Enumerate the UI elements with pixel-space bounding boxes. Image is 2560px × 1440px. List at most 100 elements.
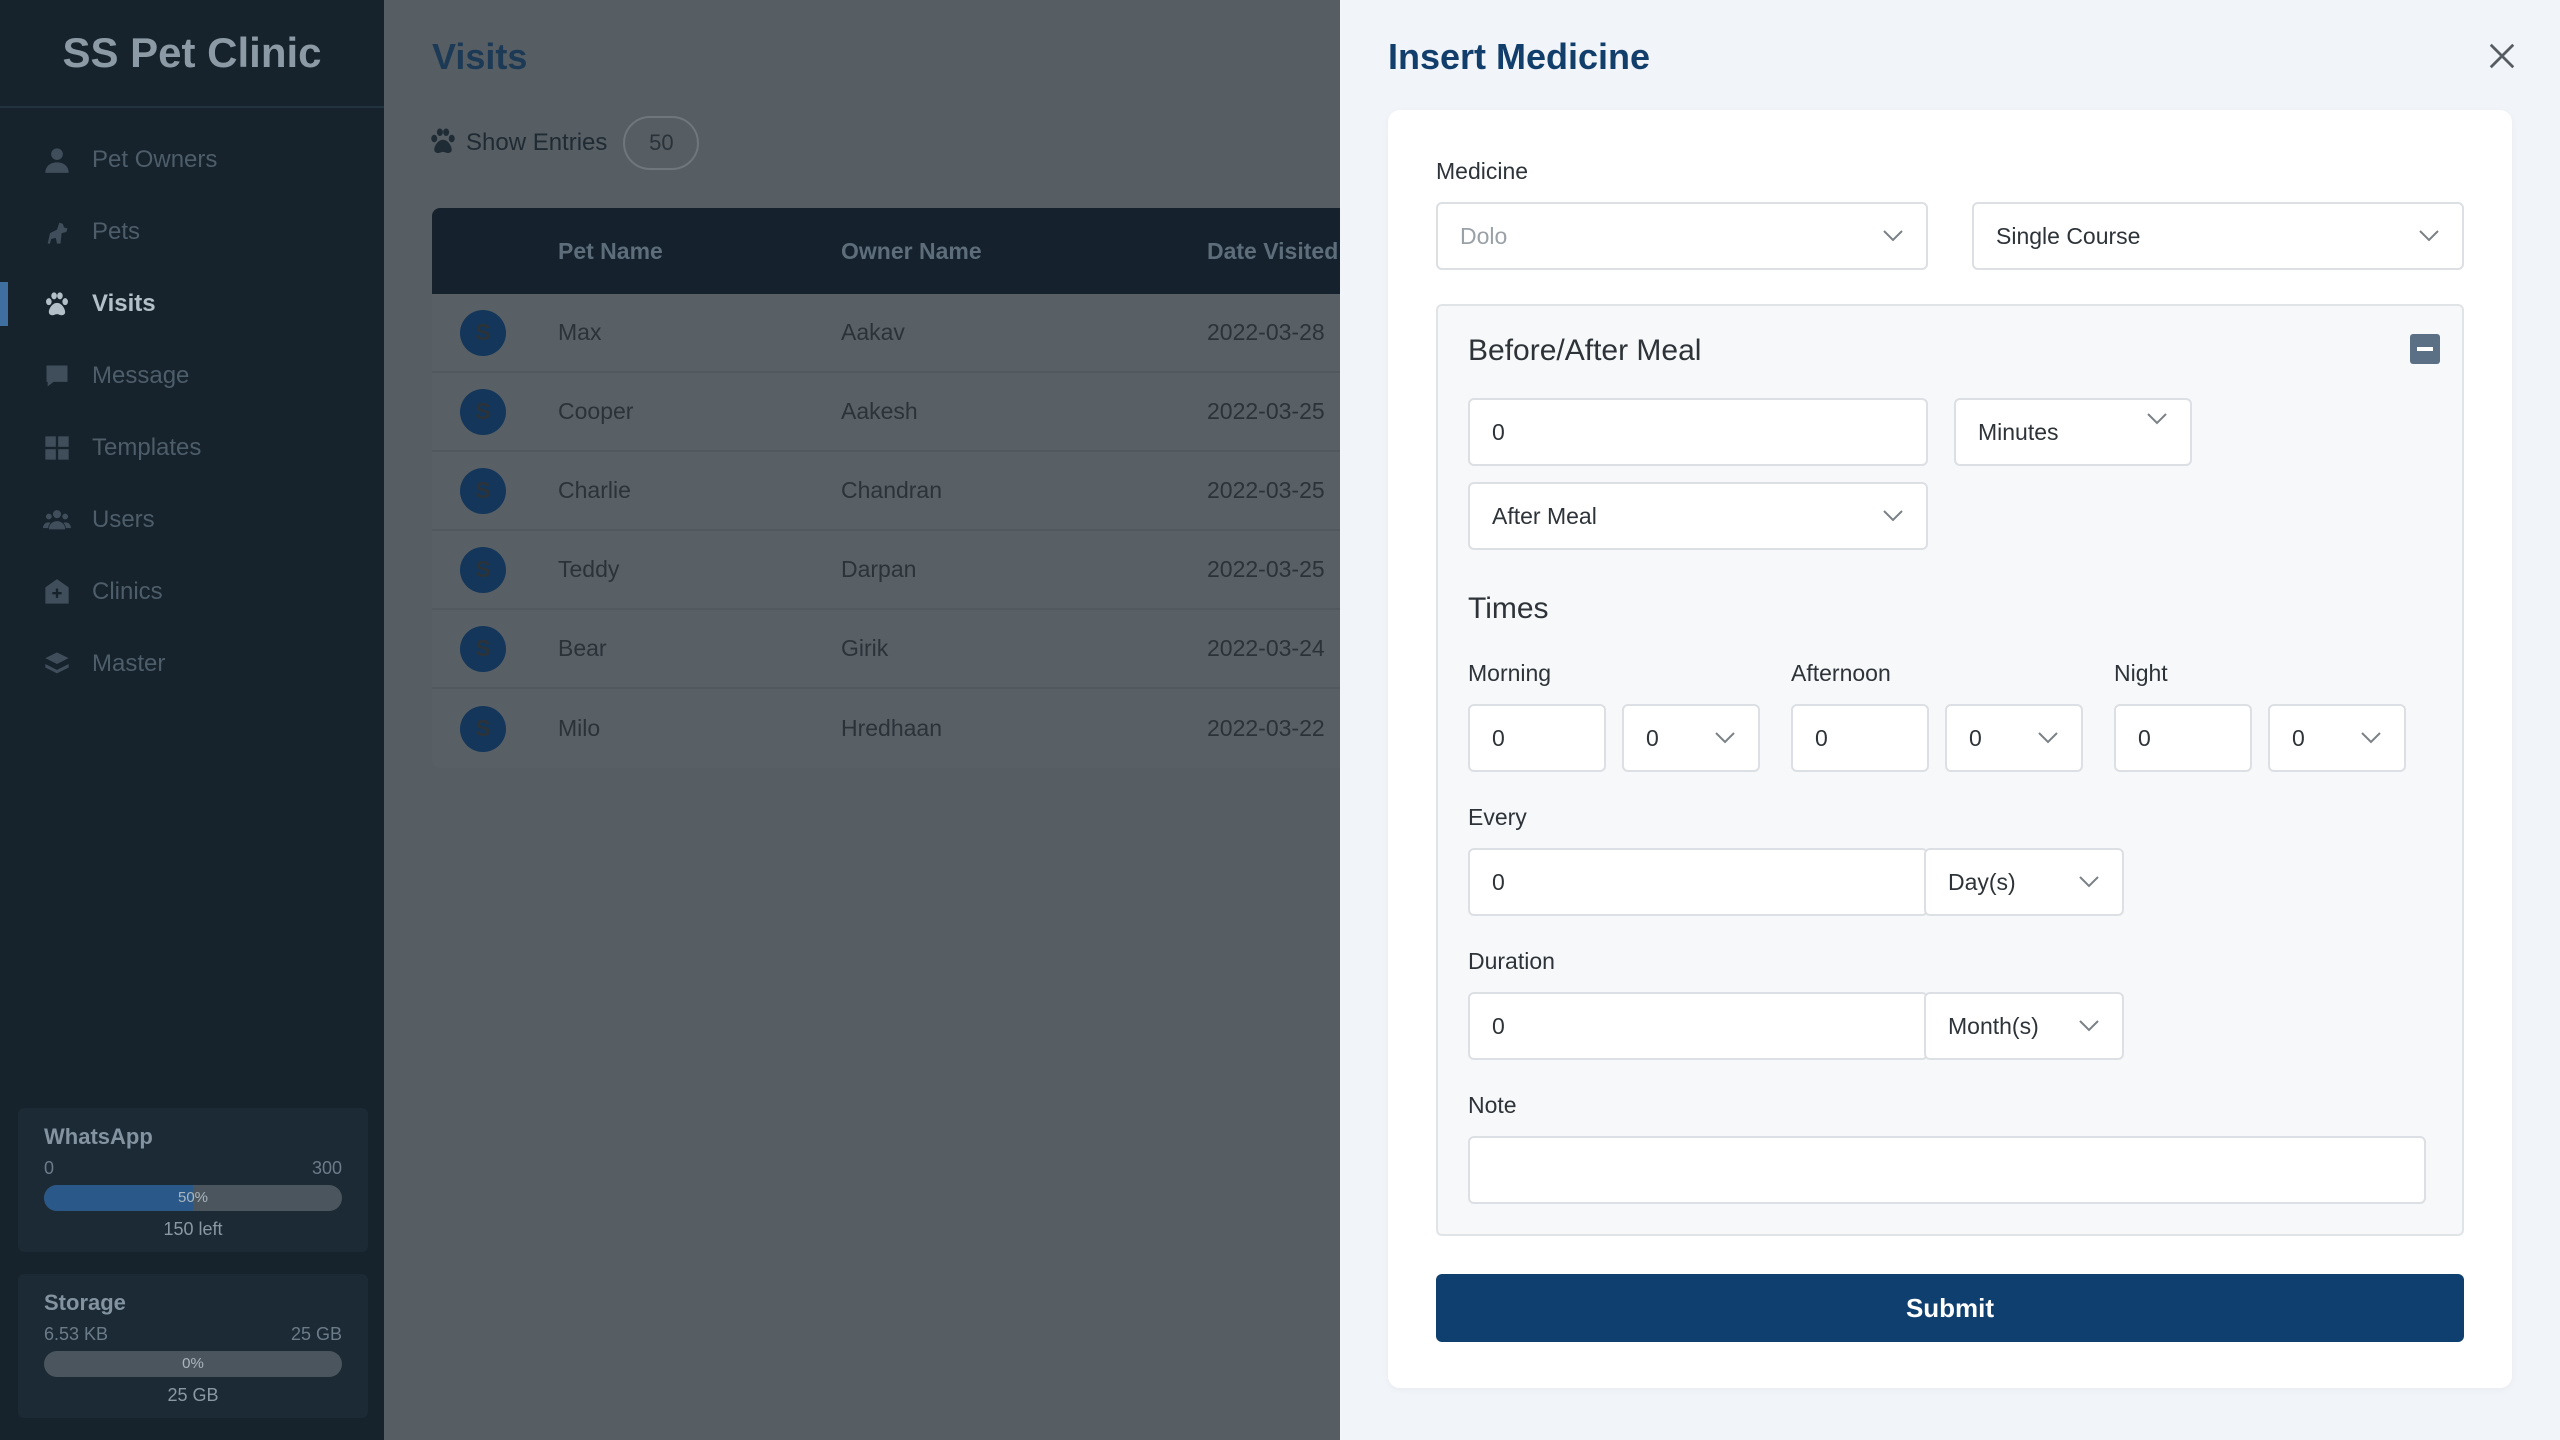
clinic-icon (42, 577, 72, 607)
storage-used: 6.53 KB (44, 1324, 109, 1344)
chevron-down-icon (1882, 509, 1904, 523)
afternoon-dose-input[interactable]: 0 (1791, 704, 1929, 772)
sidebar-item-label: Visits (92, 290, 156, 317)
cell-date-visited: 2022-03-24 (1207, 635, 1325, 661)
storage-quota-title: Storage (44, 1290, 126, 1315)
sidebar-item-visits[interactable]: Visits (0, 268, 384, 340)
insert-medicine-drawer: Insert Medicine Medicine Dolo Single Cou… (1340, 0, 2560, 1440)
cell-pet-name: Cooper (558, 398, 634, 424)
cell-pet-name: Max (558, 319, 602, 345)
every-input[interactable]: 0 (1468, 848, 1928, 916)
storage-quota-range: 6.53 KB 25 GB (44, 1324, 342, 1345)
sidebar-item-label: Message (92, 362, 190, 389)
sidebar-item-message[interactable]: Message (0, 340, 384, 412)
entries-count-select[interactable]: 50 (623, 116, 700, 170)
cell-owner-name: Aakav (841, 319, 905, 345)
medicine-label: Medicine (1436, 158, 1529, 184)
column-header-pet-name[interactable]: Pet Name (558, 238, 841, 265)
cell-pet-name: Charlie (558, 477, 631, 503)
whatsapp-progress-label: 50% (177, 1189, 209, 1206)
cell-owner-name: Darpan (841, 556, 917, 582)
visits-table: Pet Name Owner Name Date Visited S Max A… (432, 208, 1352, 768)
meal-unit-value: Minutes (1978, 418, 2059, 445)
afternoon-unit-value: 0 (1969, 724, 1982, 751)
sidebar-item-label: Users (92, 506, 155, 533)
avatar: S (460, 625, 506, 672)
cell-date-visited: 2022-03-25 (1207, 477, 1325, 503)
submit-button[interactable]: Submit (1436, 1274, 2464, 1342)
morning-dose-input[interactable]: 0 (1468, 704, 1606, 772)
pet-icon (42, 217, 72, 247)
times-title: Times (1468, 592, 1549, 625)
meal-offset-input[interactable]: 0 (1468, 398, 1928, 466)
close-icon (2487, 41, 2517, 76)
every-unit-value: Day(s) (1948, 868, 2016, 895)
cell-owner-name: Chandran (841, 477, 943, 503)
night-unit-value: 0 (2292, 724, 2305, 751)
meal-section-title: Before/After Meal (1468, 334, 1702, 367)
sidebar-item-master[interactable]: Master (0, 628, 384, 700)
minus-icon (2417, 347, 2433, 351)
whatsapp-quota-title: WhatsApp (44, 1124, 153, 1149)
avatar: S (460, 309, 506, 356)
sidebar-item-users[interactable]: Users (0, 484, 384, 556)
meal-unit-select[interactable]: Minutes (1954, 398, 2192, 466)
night-unit-select[interactable]: 0 (2268, 704, 2406, 772)
avatar: S (460, 388, 506, 435)
show-entries: Show Entries 50 (428, 116, 700, 170)
table-row[interactable]: S Bear Girik 2022-03-24 (432, 610, 1352, 689)
layers-icon (42, 649, 72, 679)
storage-max: 25 GB (290, 1324, 342, 1344)
sidebar-item-clinics[interactable]: Clinics (0, 556, 384, 628)
table-row[interactable]: S Charlie Chandran 2022-03-25 (432, 452, 1352, 531)
night-label: Night (2114, 660, 2168, 686)
table-row[interactable]: S Cooper Aakesh 2022-03-25 (432, 373, 1352, 452)
show-entries-label: Show Entries (466, 129, 608, 156)
duration-unit-select[interactable]: Month(s) (1924, 992, 2124, 1060)
storage-total: 25 GB (167, 1385, 219, 1405)
cell-date-visited: 2022-03-28 (1207, 319, 1325, 345)
every-unit-select[interactable]: Day(s) (1924, 848, 2124, 916)
chat-icon (42, 361, 72, 391)
brand-name: SS Pet Clinic (62, 29, 322, 76)
course-select[interactable]: Single Course (1972, 202, 2464, 270)
morning-unit-select[interactable]: 0 (1622, 704, 1760, 772)
cell-date-visited: 2022-03-25 (1207, 398, 1325, 424)
cell-owner-name: Girik (841, 635, 889, 661)
table-row[interactable]: S Teddy Darpan 2022-03-25 (432, 531, 1352, 610)
cell-owner-name: Aakesh (841, 398, 918, 424)
sidebar-item-pet-owners[interactable]: Pet Owners (0, 124, 384, 196)
storage-progress-label: 0% (182, 1355, 204, 1372)
meal-timing-select[interactable]: After Meal (1468, 482, 1928, 550)
chevron-down-icon (1714, 731, 1736, 745)
table-row[interactable]: S Milo Hredhaan 2022-03-22 (432, 689, 1352, 768)
sidebar-item-pets[interactable]: Pets (0, 196, 384, 268)
collapse-toggle-button[interactable] (2410, 334, 2440, 364)
meal-timing-value: After Meal (1492, 502, 1597, 529)
night-dose-input[interactable]: 0 (2114, 704, 2252, 772)
whatsapp-progress-bar: 50% (44, 1185, 342, 1211)
duration-input[interactable]: 0 (1468, 992, 1928, 1060)
afternoon-label: Afternoon (1791, 660, 1891, 686)
whatsapp-remaining: 150 left (163, 1219, 223, 1239)
cell-pet-name: Milo (558, 715, 601, 741)
whatsapp-quota-range: 0 300 (44, 1158, 342, 1179)
column-header-date-visited[interactable]: Date Visited (1207, 238, 1352, 265)
duration-label: Duration (1468, 948, 1555, 974)
afternoon-unit-select[interactable]: 0 (1945, 704, 2083, 772)
note-input[interactable] (1468, 1136, 2426, 1204)
morning-unit-value: 0 (1646, 724, 1659, 751)
page-title: Visits (432, 36, 528, 77)
medicine-select[interactable]: Dolo (1436, 202, 1928, 270)
sidebar-item-label: Templates (92, 434, 202, 461)
avatar: S (460, 467, 506, 514)
column-header-owner-name[interactable]: Owner Name (841, 238, 1207, 265)
medicine-select-value: Dolo (1460, 222, 1508, 249)
sidebar: SS Pet Clinic Pet Owners Pets Visits Mes… (0, 0, 384, 1440)
drawer-title: Insert Medicine (1388, 36, 1651, 77)
sidebar-item-templates[interactable]: Templates (0, 412, 384, 484)
table-row[interactable]: S Max Aakav 2022-03-28 (432, 294, 1352, 373)
sidebar-nav: Pet Owners Pets Visits Message Templates… (0, 108, 384, 700)
close-button[interactable] (2484, 40, 2520, 76)
avatar: S (460, 546, 506, 593)
